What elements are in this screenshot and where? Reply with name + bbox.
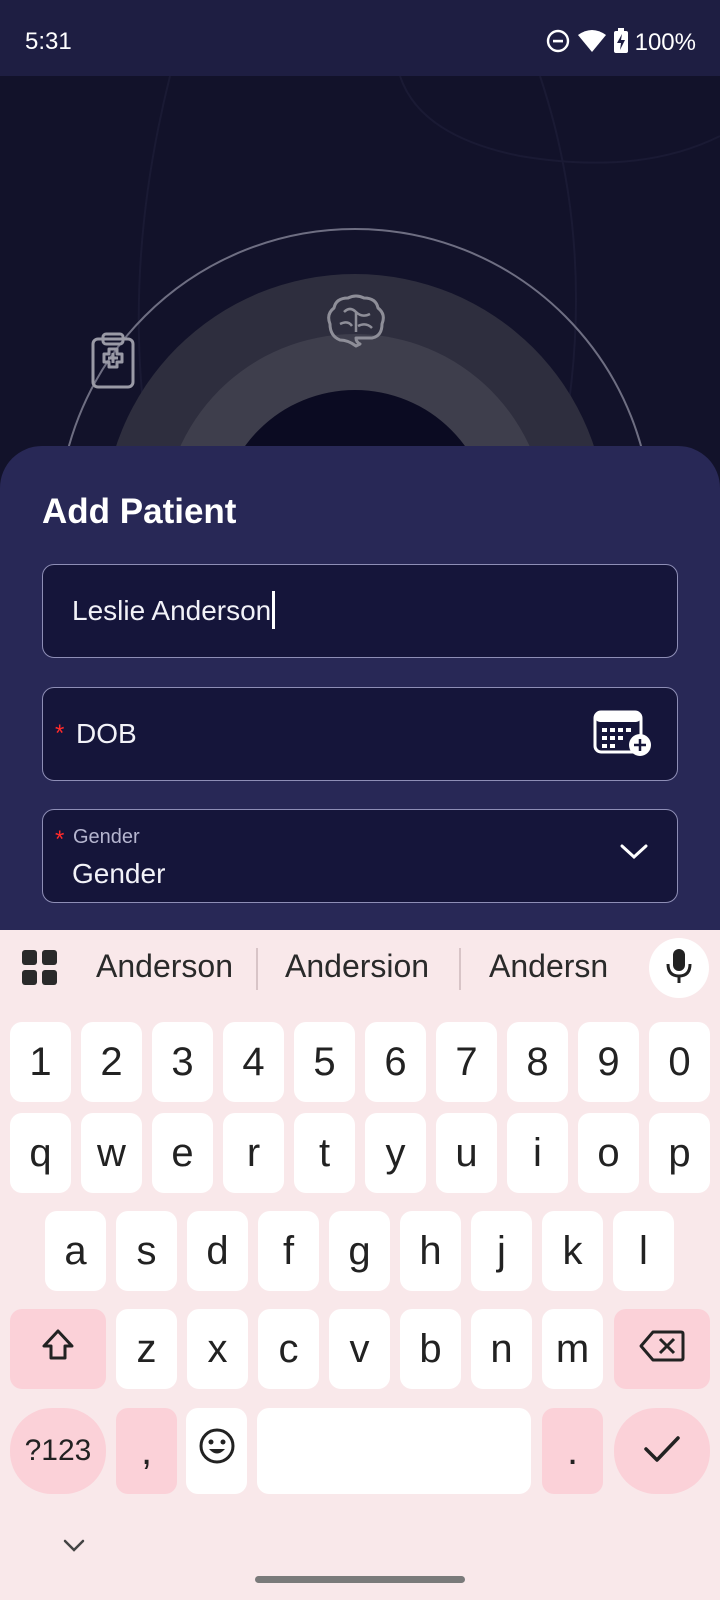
check-icon [643,1429,681,1474]
apps-grid-icon[interactable] [22,950,58,991]
brain-icon [326,294,386,353]
hero-background [0,76,720,456]
key-k[interactable]: k [542,1211,603,1291]
key-l[interactable]: l [613,1211,674,1291]
key-r[interactable]: r [223,1113,284,1193]
key-i[interactable]: i [507,1113,568,1193]
add-patient-sheet: Add Patient Leslie Anderson * DOB * Gend… [0,446,720,966]
gender-floating-label: Gender [73,826,140,848]
gender-value: Gender [72,858,166,889]
battery-icon [613,27,629,59]
emoji-icon [198,1427,236,1475]
status-bar: 5:31 100% [0,0,720,76]
text-caret [272,590,276,629]
key-e[interactable]: e [152,1113,213,1193]
enter-key[interactable] [614,1408,710,1494]
key-q[interactable]: q [10,1113,71,1193]
key-j[interactable]: j [471,1211,532,1291]
soft-keyboard: Anderson Andersion Andersn 1234567890 qwe… [0,930,720,1600]
key-y[interactable]: y [365,1113,426,1193]
key-7[interactable]: 7 [436,1022,497,1102]
key-2[interactable]: 2 [81,1022,142,1102]
dob-field[interactable]: * DOB [42,687,678,781]
backspace-icon [639,1327,685,1372]
clipboard-plus-icon [90,332,136,395]
suggestion-strip: Anderson Andersion Andersn [0,930,720,1010]
key-1[interactable]: 1 [10,1022,71,1102]
key-9[interactable]: 9 [578,1022,639,1102]
key-4[interactable]: 4 [223,1022,284,1102]
calendar-plus-icon[interactable] [593,708,653,763]
key-b[interactable]: b [400,1309,461,1389]
backspace-key[interactable] [614,1309,710,1389]
dob-label: DOB [76,718,137,749]
gender-select[interactable]: * Gender Gender [42,809,678,903]
home-indicator[interactable] [255,1576,465,1583]
suggestion-2[interactable]: Andersion [285,948,429,985]
chevron-down-icon[interactable] [619,842,649,867]
key-a[interactable]: a [45,1211,106,1291]
keyboard-hide-icon[interactable] [62,1538,86,1559]
key-o[interactable]: o [578,1113,639,1193]
suggestion-divider [256,948,258,990]
key-s[interactable]: s [116,1211,177,1291]
suggestion-divider [459,948,461,990]
key-w[interactable]: w [81,1113,142,1193]
key-8[interactable]: 8 [507,1022,568,1102]
status-icons: 100% [545,27,696,59]
key-x[interactable]: x [187,1309,248,1389]
key-u[interactable]: u [436,1113,497,1193]
key-6[interactable]: 6 [365,1022,426,1102]
key-v[interactable]: v [329,1309,390,1389]
sheet-title: Add Patient [42,492,237,531]
key-g[interactable]: g [329,1211,390,1291]
key-m[interactable]: m [542,1309,603,1389]
patient-name-input[interactable]: Leslie Anderson [42,564,678,658]
suggestion-3[interactable]: Andersn [489,948,608,985]
key-c[interactable]: c [258,1309,319,1389]
key-0[interactable]: 0 [649,1022,710,1102]
space-key[interactable] [257,1408,531,1494]
key-3[interactable]: 3 [152,1022,213,1102]
shift-icon [41,1327,75,1372]
dnd-icon [545,28,571,59]
key-z[interactable]: z [116,1309,177,1389]
status-time: 5:31 [25,28,72,55]
symbols-key[interactable]: ?123 [10,1408,106,1494]
period-key[interactable]: . [542,1408,603,1494]
required-marker: * [55,720,65,747]
wifi-icon [577,28,607,59]
patient-name-value: Leslie Anderson [72,595,272,626]
battery-percent: 100% [634,29,696,56]
key-n[interactable]: n [471,1309,532,1389]
required-marker: * [55,826,65,853]
key-t[interactable]: t [294,1113,355,1193]
shift-key[interactable] [10,1309,106,1389]
key-h[interactable]: h [400,1211,461,1291]
key-f[interactable]: f [258,1211,319,1291]
hero-rings [0,76,720,456]
key-5[interactable]: 5 [294,1022,355,1102]
comma-key[interactable]: , [116,1408,177,1494]
mic-icon [666,948,692,989]
mic-button[interactable] [649,938,709,998]
key-p[interactable]: p [649,1113,710,1193]
key-d[interactable]: d [187,1211,248,1291]
suggestion-1[interactable]: Anderson [96,948,233,985]
emoji-key[interactable] [186,1408,247,1494]
